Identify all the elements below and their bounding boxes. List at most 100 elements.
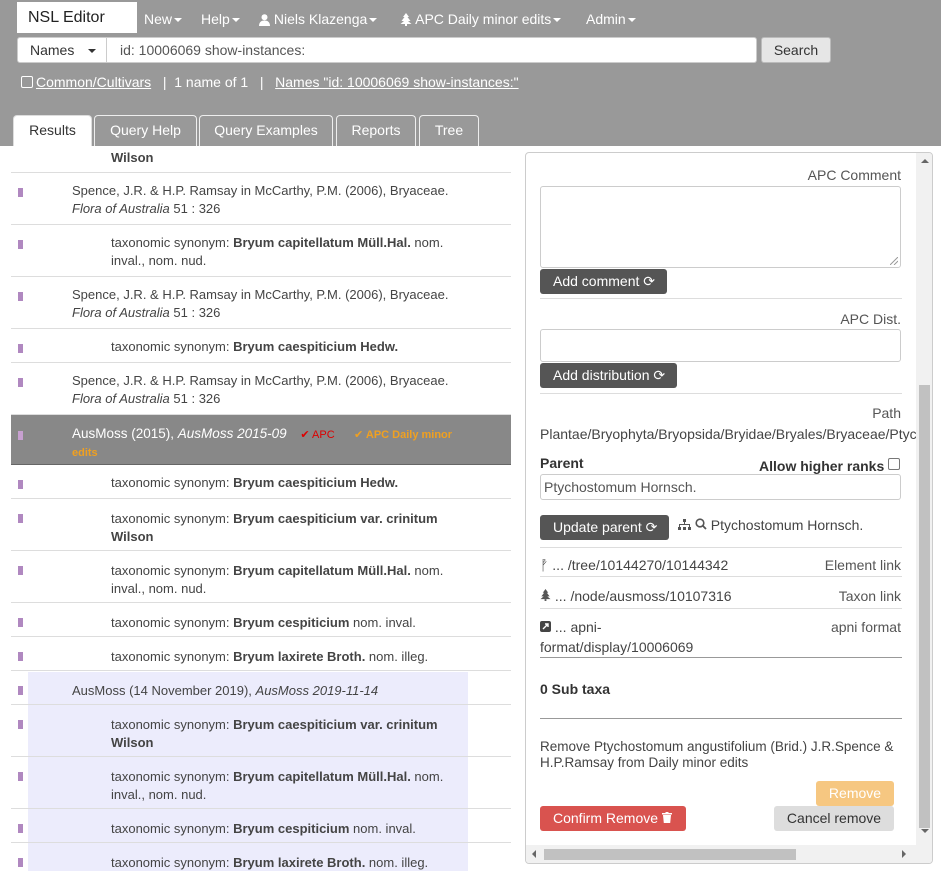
apc-dist-label: APC Dist. — [840, 311, 901, 327]
remove-button[interactable]: Remove — [816, 781, 894, 806]
list-item[interactable]: taxonomic synonym: Bryum laxirete Broth.… — [11, 637, 511, 671]
menu-tree[interactable]: APC Daily minor edits — [400, 11, 562, 27]
list-item[interactable]: taxonomic synonym: Bryum capitellatum Mü… — [11, 551, 511, 603]
marker-icon — [18, 378, 23, 387]
element-link-label: Element link — [824, 557, 901, 573]
apni-format-link[interactable]: ... apni- — [540, 619, 602, 635]
menu-new[interactable]: New — [144, 11, 183, 27]
add-comment-button[interactable]: Add comment ⟳ — [540, 269, 667, 294]
vertical-scrollbar[interactable] — [916, 153, 932, 863]
add-distribution-button[interactable]: Add distribution ⟳ — [540, 363, 678, 388]
scroll-down-arrow-icon[interactable] — [921, 829, 929, 837]
list-item[interactable]: taxonomic synonym: Bryum cespiticium nom… — [11, 809, 511, 843]
chevron-down-icon — [174, 18, 183, 23]
tab-query-examples[interactable]: Query Examples — [199, 115, 333, 146]
list-item[interactable]: taxonomic synonym: Bryum caespiticium He… — [11, 465, 511, 499]
selected-list-item[interactable]: AusMoss (2015), AusMoss 2015-09 ✔ APC ✔ … — [11, 415, 511, 465]
separator: | — [259, 74, 264, 90]
scrollbar-thumb[interactable] — [544, 849, 796, 860]
marker-icon — [18, 292, 23, 301]
menu-user[interactable]: Niels Klazenga — [259, 11, 378, 27]
marker-icon — [18, 566, 23, 575]
results-summary-bar: Common/Cultivars | 1 name of 1 | Names "… — [21, 74, 519, 90]
tree-icon — [540, 588, 551, 604]
scroll-right-arrow-icon[interactable] — [902, 850, 910, 858]
list-item[interactable]: taxonomic synonym: Bryum cespiticium nom… — [11, 603, 511, 637]
divider — [540, 547, 902, 548]
chevron-down-icon — [88, 49, 96, 53]
chevron-down-icon — [369, 18, 378, 23]
resize-handle-icon[interactable] — [890, 257, 898, 265]
parent-input[interactable]: Ptychostomum Hornsch. — [540, 474, 901, 500]
update-parent-button[interactable]: Update parent ⟳ — [540, 515, 670, 540]
chevron-down-icon — [553, 18, 562, 23]
list-item[interactable]: taxonomic synonym: Bryum capitellatum Mü… — [11, 757, 511, 809]
cancel-remove-button[interactable]: Cancel remove — [774, 806, 894, 831]
scroll-up-arrow-icon[interactable] — [921, 155, 929, 163]
parent-label: Parent — [540, 455, 584, 471]
element-link[interactable]: ᚡ ... /tree/10144270/10144342 — [540, 557, 728, 573]
search-button[interactable]: Search — [761, 37, 831, 63]
sub-taxa-count: 0 Sub taxa — [540, 681, 611, 697]
marker-icon — [18, 431, 23, 440]
path-value: Plantae/Bryophyta/Bryopsida/Bryidae/Brya… — [540, 426, 916, 442]
apc-comment-textarea[interactable] — [540, 186, 901, 268]
horizontal-scrollbar[interactable] — [526, 845, 916, 863]
marker-icon — [18, 720, 23, 729]
marker-icon — [18, 618, 23, 627]
list-item[interactable]: taxonomic synonym: Bryum caespiticium va… — [11, 705, 511, 757]
list-item[interactable]: Spence, J.R. & H.P. Ramsay in McCarthy, … — [11, 277, 511, 329]
marker-icon — [18, 240, 23, 249]
allow-higher-ranks-label: Allow higher ranks — [759, 458, 885, 474]
list-item[interactable]: Spence, J.R. & H.P. Ramsay in McCarthy, … — [11, 173, 511, 225]
chevron-down-icon — [627, 18, 636, 23]
tab-tree[interactable]: Tree — [419, 115, 479, 146]
remove-message: Remove Ptychostomum angustifolium (Brid.… — [540, 739, 894, 770]
allow-higher-ranks-checkbox[interactable] — [888, 458, 900, 470]
names-query-link[interactable]: Names "id: 10006069 show-instances:" — [275, 74, 518, 90]
apni-format-link-cont[interactable]: format/display/10006069 — [540, 639, 693, 655]
marker-icon — [18, 188, 23, 197]
chevron-down-icon — [231, 18, 240, 23]
marker-icon — [18, 772, 23, 781]
brand-logo[interactable]: NSL Editor — [17, 2, 137, 33]
marker-icon — [18, 652, 23, 661]
result-count: 1 name of 1 — [174, 74, 249, 90]
menu-admin[interactable]: Admin — [586, 11, 636, 27]
divider — [540, 298, 902, 299]
tree-node-icon: ᚡ — [540, 557, 549, 573]
scrollbar-thumb[interactable] — [919, 385, 930, 828]
list-item[interactable]: Spence, J.R. & H.P. Ramsay in McCarthy, … — [11, 363, 511, 415]
list-item[interactable]: taxonomic synonym: Bryum laxirete Broth.… — [11, 843, 511, 871]
tab-reports[interactable]: Reports — [336, 115, 416, 146]
separator: | — [162, 74, 167, 90]
parent-link[interactable]: Ptychostomum Hornsch. — [678, 517, 863, 533]
top-navbar: NSL Editor New Help Niels Klazenga APC D… — [0, 0, 941, 147]
detail-panel: APC Comment Add comment ⟳ APC Dist. Add … — [525, 152, 933, 864]
trash-icon — [661, 810, 672, 826]
tab-results[interactable]: Results — [13, 115, 92, 147]
list-item[interactable]: taxonomic synonym: Bryum caespiticium He… — [11, 329, 511, 363]
menu-help[interactable]: Help — [201, 11, 240, 27]
marker-icon — [18, 824, 23, 833]
results-list: Wilson Spence, J.R. & H.P. Ramsay in McC… — [0, 146, 520, 871]
common-cultivars-checkbox[interactable] — [21, 76, 33, 88]
taxon-link-label: Taxon link — [838, 588, 901, 604]
tab-query-help[interactable]: Query Help — [94, 115, 197, 146]
confirm-remove-button[interactable]: Confirm Remove — [540, 806, 686, 831]
apni-format-label: apni format — [830, 619, 901, 635]
list-item[interactable]: taxonomic synonym: Bryum capitellatum Mü… — [11, 225, 511, 277]
marker-icon — [18, 858, 23, 867]
list-item[interactable]: AusMoss (14 November 2019), AusMoss 2019… — [11, 671, 511, 705]
apc-dist-input[interactable] — [540, 329, 901, 362]
tree-icon — [400, 11, 412, 27]
common-cultivars-link[interactable]: Common/Cultivars — [36, 74, 151, 90]
apc-comment-label: APC Comment — [807, 167, 901, 183]
scroll-left-arrow-icon[interactable] — [528, 850, 536, 858]
taxon-link[interactable]: ... /node/ausmoss/10107316 — [540, 588, 732, 604]
list-item[interactable]: taxonomic synonym: Bryum caespiticium va… — [11, 499, 511, 551]
list-item[interactable]: Wilson — [11, 146, 511, 173]
search-type-select[interactable]: Names — [17, 37, 107, 63]
refresh-icon: ⟳ — [643, 273, 655, 289]
search-input[interactable]: id: 10006069 show-instances: — [107, 37, 757, 63]
